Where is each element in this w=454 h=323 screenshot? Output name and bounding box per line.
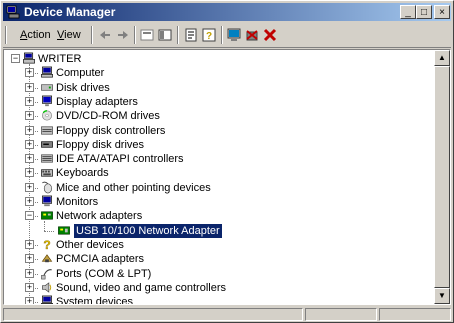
- expand-toggle[interactable]: +: [25, 239, 34, 249]
- forward-arrow-icon[interactable]: [115, 27, 131, 43]
- tree-item-ide-ata-atapi-controllers[interactable]: IDE ATA/ATAPI controllers: [56, 152, 184, 166]
- status-panel-main: [3, 308, 303, 321]
- collapse-toggle[interactable]: −: [25, 211, 34, 221]
- close-button[interactable]: ×: [434, 5, 450, 19]
- floppy-controller-icon: [41, 125, 53, 135]
- tree-item-ports-com-lpt[interactable]: Ports (COM & LPT): [56, 267, 151, 281]
- expand-toggle[interactable]: +: [25, 197, 34, 206]
- expand-toggle[interactable]: +: [25, 182, 34, 192]
- scroll-up-button[interactable]: ▲: [434, 50, 450, 66]
- tree-item-sound-video-and-game-controllers[interactable]: Sound, video and game controllers: [56, 281, 226, 295]
- status-panel-3: [379, 308, 451, 321]
- toolbar-separator: [134, 26, 136, 44]
- computer-icon: [41, 66, 53, 78]
- unknown-device-icon: ?: [43, 238, 51, 251]
- svg-text:?: ?: [206, 31, 212, 42]
- tree-item-other-devices[interactable]: Other devices: [56, 238, 124, 252]
- scan-hardware-icon[interactable]: [226, 27, 242, 43]
- tree-connector-line: [44, 221, 45, 231]
- tree-item-disk-drives[interactable]: Disk drives: [56, 81, 110, 95]
- network-adapter-icon: [41, 211, 53, 220]
- toolbar-separator: [91, 26, 93, 44]
- pcmcia-icon: [41, 254, 53, 263]
- expand-toggle[interactable]: +: [25, 68, 34, 78]
- tree-item-computer[interactable]: Computer: [56, 66, 104, 80]
- vertical-scrollbar[interactable]: ▲ ▼: [434, 50, 450, 304]
- back-arrow-icon[interactable]: [97, 27, 113, 43]
- status-panel-2: [305, 308, 377, 321]
- tree-item-mice-and-other-pointing-devices[interactable]: Mice and other pointing devices: [56, 181, 211, 195]
- help-icon[interactable]: ?: [201, 27, 217, 43]
- expand-toggle[interactable]: +: [25, 268, 34, 278]
- mouse-icon: [42, 181, 52, 194]
- scroll-thumb[interactable]: [434, 66, 450, 288]
- tree-connector-line: [44, 230, 54, 232]
- tree-root-writer[interactable]: WRITER: [38, 52, 81, 66]
- expand-toggle[interactable]: +: [25, 139, 34, 149]
- uninstall-icon[interactable]: [262, 27, 278, 43]
- show-hide-tree-icon[interactable]: [157, 27, 173, 43]
- tree-item-floppy-disk-drives[interactable]: Floppy disk drives: [56, 138, 144, 152]
- ide-controller-icon: [41, 154, 53, 163]
- tree-item-display-adapters[interactable]: Display adapters: [56, 95, 138, 109]
- tree-item-pcmcia-adapters[interactable]: PCMCIA adapters: [56, 252, 144, 266]
- expand-toggle[interactable]: +: [25, 282, 34, 292]
- toolbar-separator: [177, 26, 179, 44]
- properties-icon[interactable]: [183, 27, 199, 43]
- port-icon: [41, 268, 52, 279]
- expand-toggle[interactable]: +: [25, 297, 34, 304]
- tree-item-network-adapters[interactable]: Network adapters: [56, 209, 142, 223]
- menu-view[interactable]: View: [57, 29, 81, 41]
- expand-toggle[interactable]: +: [25, 254, 34, 264]
- collapse-toggle[interactable]: −: [11, 54, 20, 63]
- device-manager-icon: [6, 5, 20, 19]
- network-card-icon: [58, 226, 70, 235]
- menu-action[interactable]: Action: [20, 29, 51, 41]
- system-device-icon: [41, 295, 53, 304]
- sound-icon: [42, 282, 52, 293]
- expand-toggle[interactable]: +: [25, 154, 34, 164]
- toolbar-separator: [221, 26, 223, 44]
- expand-toggle[interactable]: +: [25, 96, 34, 106]
- expand-toggle[interactable]: +: [25, 125, 34, 135]
- maximize-button[interactable]: □: [416, 5, 432, 19]
- up-level-icon[interactable]: [139, 27, 155, 43]
- display-adapter-icon: [42, 95, 52, 107]
- title-bar[interactable]: Device Manager _ □ ×: [3, 3, 451, 21]
- toolbar: Action View ?: [3, 23, 451, 48]
- keyboard-icon: [41, 169, 53, 177]
- expand-toggle[interactable]: +: [25, 168, 34, 178]
- window-title: Device Manager: [24, 5, 116, 19]
- cdrom-icon: [42, 110, 52, 121]
- status-bar: [3, 307, 451, 322]
- tree-item-floppy-disk-controllers[interactable]: Floppy disk controllers: [56, 124, 165, 138]
- expand-toggle[interactable]: +: [25, 82, 34, 92]
- tree-item-monitors[interactable]: Monitors: [56, 195, 98, 209]
- minimize-button[interactable]: _: [400, 5, 416, 19]
- device-tree[interactable]: − WRITER + Computer + Disk drives + Display ada…: [3, 49, 451, 305]
- disk-drive-icon: [41, 83, 53, 91]
- tree-item-keyboards[interactable]: Keyboards: [56, 166, 109, 180]
- expand-toggle[interactable]: +: [25, 111, 34, 121]
- tree-item-system-devices[interactable]: System devices: [56, 295, 133, 304]
- svg-text:?: ?: [43, 238, 50, 251]
- update-driver-icon[interactable]: [244, 27, 260, 43]
- monitor-icon: [42, 195, 52, 207]
- tree-item-usb-network-adapter[interactable]: USB 10/100 Network Adapter: [73, 222, 223, 239]
- floppy-drive-icon: [41, 141, 53, 148]
- toolbar-grip: [5, 26, 7, 44]
- device-manager-window: Device Manager _ □ × Action View ? − WRIT…: [0, 0, 454, 323]
- tree-item-dvd-cd-rom-drives[interactable]: DVD/CD-ROM drives: [56, 109, 160, 123]
- scroll-down-button[interactable]: ▼: [434, 288, 450, 304]
